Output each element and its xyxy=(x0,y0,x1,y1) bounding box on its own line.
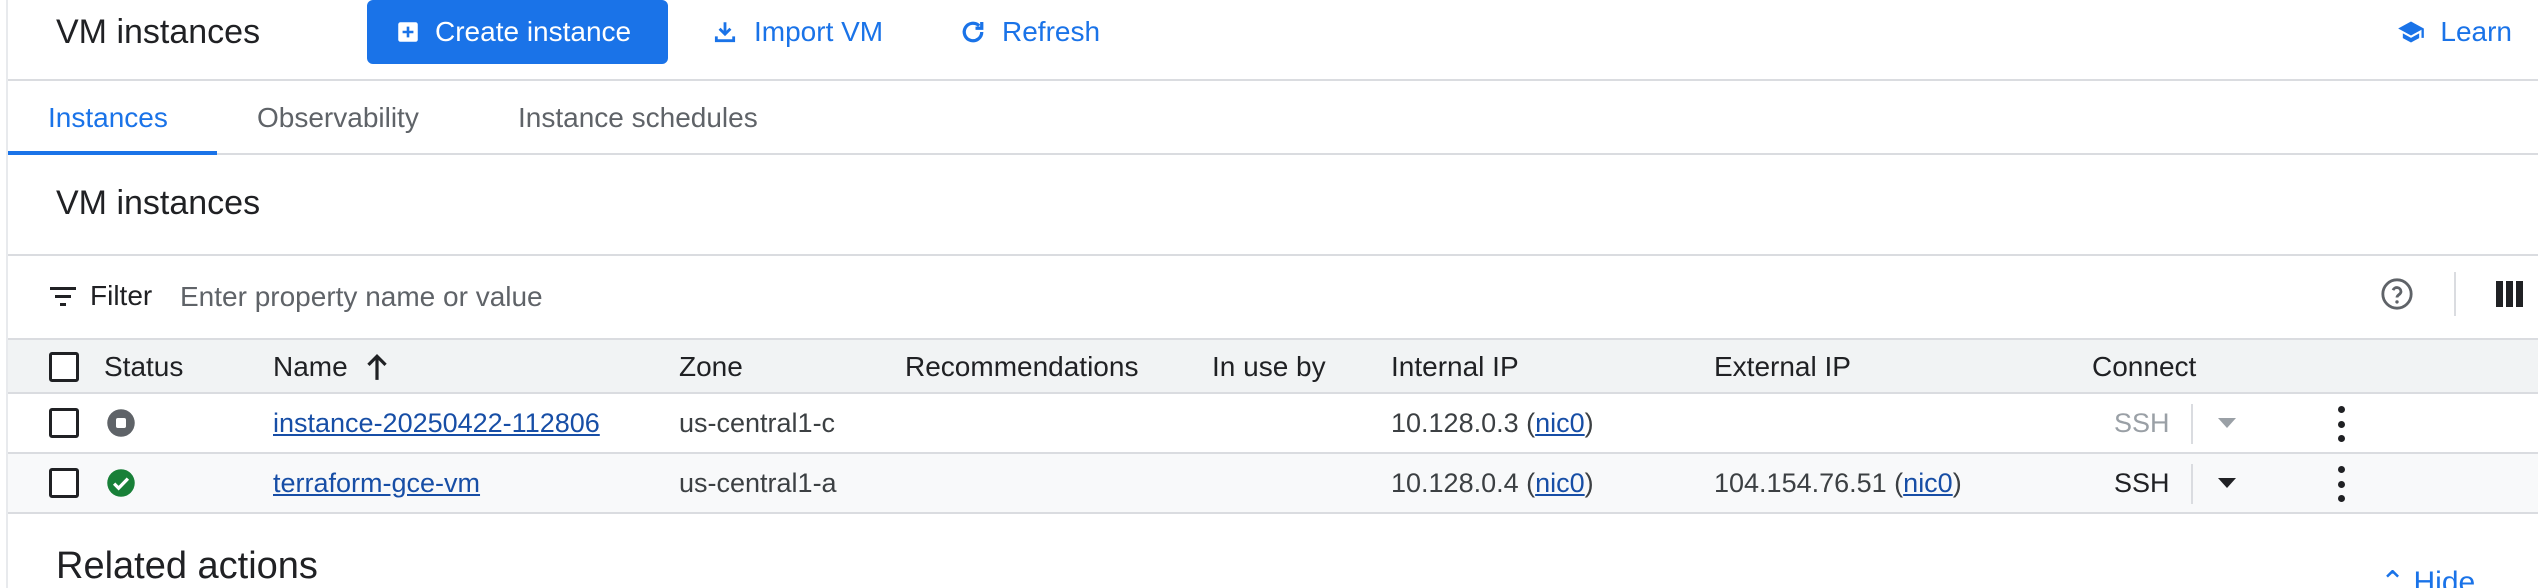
import-vm-label: Import VM xyxy=(754,16,884,47)
column-header-external-ip: External IP xyxy=(1714,351,1851,382)
external-nic-link[interactable]: nic0 xyxy=(1903,468,1953,499)
filter-bar: Filter xyxy=(0,254,2538,338)
external-ip-value: 104.154.76.51 xyxy=(1714,467,1887,498)
sort-ascending-icon xyxy=(364,352,390,382)
refresh-label: Refresh xyxy=(1002,16,1101,47)
related-actions-heading: Related actions xyxy=(56,545,318,587)
column-header-name-label: Name xyxy=(273,351,348,382)
ssh-button[interactable]: SSH xyxy=(2114,454,2170,512)
column-header-name[interactable]: Name xyxy=(273,340,390,394)
chevron-up-icon: ⌃ xyxy=(2380,566,2406,588)
hide-link[interactable]: ⌃ Hide xyxy=(2380,565,2475,588)
column-header-internal-ip: Internal IP xyxy=(1391,351,1519,382)
add-box-icon xyxy=(395,19,421,45)
column-header-in-use-by: In use by xyxy=(1212,351,1326,382)
create-instance-button[interactable]: Create instance xyxy=(367,0,668,64)
ssh-dropdown-icon[interactable] xyxy=(2218,418,2236,428)
help-icon[interactable] xyxy=(2380,277,2414,311)
tab-observability[interactable]: Observability xyxy=(257,81,419,155)
tab-bar: Instances Observability Instance schedul… xyxy=(0,81,2538,155)
page-title: VM instances xyxy=(56,13,261,51)
toolbar-divider xyxy=(2454,272,2456,316)
ssh-button[interactable]: SSH xyxy=(2114,394,2170,452)
filter-input[interactable] xyxy=(180,276,1180,318)
ssh-divider xyxy=(2191,404,2193,444)
internal-ip-cell: 10.128.0.4 (nic0) xyxy=(1391,467,1594,499)
select-all-checkbox[interactable] xyxy=(49,352,79,382)
ssh-divider xyxy=(2191,464,2193,504)
download-icon xyxy=(710,17,740,47)
page-header: VM instances Create instance Import VM R… xyxy=(0,0,2538,81)
column-header-status: Status xyxy=(104,351,184,382)
status-stopped-icon xyxy=(106,408,136,443)
table-row: instance-20250422-112806 us-central1-c 1… xyxy=(0,394,2538,454)
filter-label: Filter xyxy=(90,280,153,311)
zone-cell: us-central1-c xyxy=(679,407,836,438)
row-checkbox[interactable] xyxy=(49,408,79,438)
zone-cell: us-central1-a xyxy=(679,467,837,498)
learn-button[interactable]: Learn xyxy=(2396,0,2512,64)
internal-ip-value: 10.128.0.4 xyxy=(1391,467,1519,498)
filter-icon[interactable] xyxy=(48,284,78,310)
learn-label: Learn xyxy=(2440,16,2512,47)
refresh-button[interactable]: Refresh xyxy=(958,0,1100,64)
table-row: terraform-gce-vm us-central1-a 10.128.0.… xyxy=(0,454,2538,514)
left-edge-border xyxy=(0,0,8,588)
internal-nic-link[interactable]: nic0 xyxy=(1535,468,1585,499)
more-actions-icon[interactable] xyxy=(2335,406,2347,442)
internal-nic-link[interactable]: nic0 xyxy=(1535,408,1585,439)
column-header-connect: Connect xyxy=(2092,351,2197,382)
refresh-icon xyxy=(958,17,988,47)
ssh-dropdown-icon[interactable] xyxy=(2218,478,2236,488)
column-display-icon[interactable] xyxy=(2496,281,2526,307)
status-running-icon xyxy=(106,468,136,503)
hide-label: Hide xyxy=(2413,566,2476,588)
school-icon xyxy=(2396,17,2426,47)
internal-ip-cell: 10.128.0.3 (nic0) xyxy=(1391,407,1594,439)
external-ip-cell: 104.154.76.51 (nic0) xyxy=(1714,467,1962,499)
row-checkbox[interactable] xyxy=(49,468,79,498)
instance-name-link[interactable]: instance-20250422-112806 xyxy=(273,408,600,439)
instance-name-link[interactable]: terraform-gce-vm xyxy=(273,468,480,499)
create-instance-label: Create instance xyxy=(435,16,632,47)
tab-instance-schedules[interactable]: Instance schedules xyxy=(518,81,758,155)
column-header-zone: Zone xyxy=(679,351,743,382)
section-title: VM instances xyxy=(56,184,261,222)
more-actions-icon[interactable] xyxy=(2335,466,2347,502)
column-header-recommendations: Recommendations xyxy=(905,351,1139,382)
active-tab-indicator xyxy=(8,151,217,155)
internal-ip-value: 10.128.0.3 xyxy=(1391,407,1519,438)
tab-instances[interactable]: Instances xyxy=(48,81,168,155)
table-header: Status Name Zone Recommendations In use … xyxy=(0,338,2538,394)
import-vm-button[interactable]: Import VM xyxy=(710,0,883,64)
